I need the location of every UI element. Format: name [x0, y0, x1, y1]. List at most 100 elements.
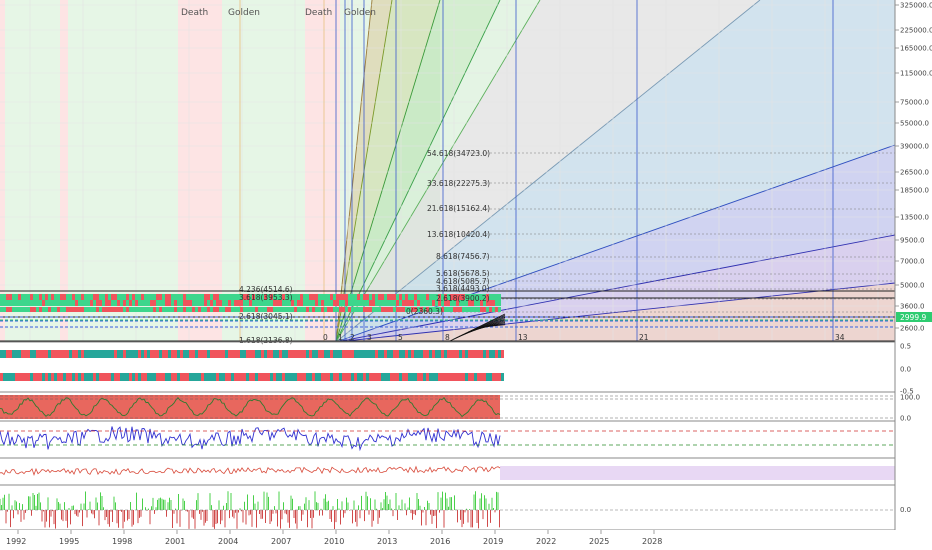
signal-cell [387, 300, 390, 306]
dot-cell [216, 373, 219, 381]
oscillator-pane-2[interactable] [0, 395, 932, 422]
oscillator-pane-1[interactable] [0, 350, 932, 393]
signal-cell [219, 307, 222, 312]
axis-tick-label: 5000.0 [900, 282, 925, 290]
signal-cell [336, 294, 339, 300]
signal-cell [366, 294, 369, 300]
signal-cell [144, 300, 147, 306]
signal-cell [378, 294, 381, 300]
dot-cell [444, 373, 447, 381]
main-price-pane[interactable]: Death Golden Death Golden54.618(34723.0)33.… [0, 0, 932, 345]
dot-cell [279, 350, 282, 358]
signal-cell [195, 307, 198, 312]
signal-cell [318, 300, 321, 306]
signal-cell [168, 294, 171, 300]
dot-cell [294, 373, 297, 381]
signal-cell [75, 307, 78, 312]
signal-cell [144, 294, 147, 300]
signal-cell [147, 307, 150, 312]
signal-cell [24, 307, 27, 312]
signal-cell [399, 307, 402, 312]
signal-cell [99, 294, 102, 300]
dot-cell [483, 373, 486, 381]
signal-cell [39, 300, 42, 306]
signal-cell [402, 300, 405, 306]
signal-cell [384, 300, 387, 306]
dot-cell [81, 350, 84, 358]
dot-cell [150, 350, 153, 358]
dot-cell [465, 373, 468, 381]
dot-cell [498, 350, 501, 358]
dot-cell [246, 373, 249, 381]
signal-cell [318, 307, 321, 312]
dot-cell [270, 350, 273, 358]
signal-cell [315, 307, 318, 312]
chart[interactable]: Death Golden Death Golden54.618(34723.0)33.… [0, 0, 932, 550]
signal-cell [84, 294, 87, 300]
signal-cell [309, 307, 312, 312]
dot-cell [411, 373, 414, 381]
signal-cell [30, 307, 33, 312]
signal-cell [339, 300, 342, 306]
oscillator-pane-4[interactable] [0, 465, 932, 486]
dot-cell [372, 373, 375, 381]
signal-cell [222, 300, 225, 306]
signal-cell [177, 300, 180, 306]
signal-cell [51, 307, 54, 312]
signal-cell [180, 300, 183, 306]
time-axis[interactable]: 1992 1995 1998 2001 2004 2007 2010 2013 2016 2019… [0, 530, 932, 550]
signal-cell [336, 300, 339, 306]
signal-cell [45, 294, 48, 300]
dot-cell [177, 373, 180, 381]
dot-cell [96, 373, 99, 381]
signal-cell [480, 307, 483, 312]
dot-cell [483, 350, 486, 358]
signal-cell [165, 300, 168, 306]
signal-cell [6, 294, 9, 300]
dot-cell [189, 373, 192, 381]
signal-cell [141, 294, 144, 300]
signal-cell [66, 294, 69, 300]
oscillator-pane-3[interactable] [0, 426, 932, 459]
axis-tick-label: 0.5 [900, 343, 911, 351]
cross-label: Death [305, 8, 332, 18]
dot-cell [414, 373, 417, 381]
signal-cell [183, 307, 186, 312]
dot-cell [93, 350, 96, 358]
dot-cell [261, 373, 264, 381]
signal-cell [168, 300, 171, 306]
dot-cell [339, 350, 342, 358]
dot-cell [75, 373, 78, 381]
dot-cell [213, 350, 216, 358]
signal-cell [150, 294, 153, 300]
signal-cell [426, 294, 429, 300]
dot-cell [120, 373, 123, 381]
signal-cell [345, 300, 348, 306]
signal-cell [198, 294, 201, 300]
signal-cell [231, 307, 234, 312]
dot-cell [501, 373, 504, 381]
signal-cell [357, 294, 360, 300]
dot-cell [222, 373, 225, 381]
signal-cell [216, 300, 219, 306]
dot-cell [396, 373, 399, 381]
dot-cell [207, 373, 210, 381]
dot-cell [21, 373, 24, 381]
signal-cell [96, 294, 99, 300]
signal-cell [378, 300, 381, 306]
dot-cell [438, 373, 441, 381]
signal-cell [495, 300, 498, 306]
signal-cell [315, 294, 318, 300]
signal-cell [72, 307, 75, 312]
oscillator-pane-5[interactable] [0, 491, 932, 531]
price-axis[interactable]: 325000.0 225000.0 165000.0 115000.0 75000.0 5… [894, 0, 932, 530]
dot-cell [219, 373, 222, 381]
dot-cell [186, 373, 189, 381]
fib-label: 33.618(22275.3) [427, 179, 490, 188]
signal-cell [204, 300, 207, 306]
signal-cell [492, 307, 495, 312]
signal-cell [423, 294, 426, 300]
dot-cell [174, 350, 177, 358]
signal-cell [195, 300, 198, 306]
fib-label: 0(2360.3) [406, 307, 443, 316]
